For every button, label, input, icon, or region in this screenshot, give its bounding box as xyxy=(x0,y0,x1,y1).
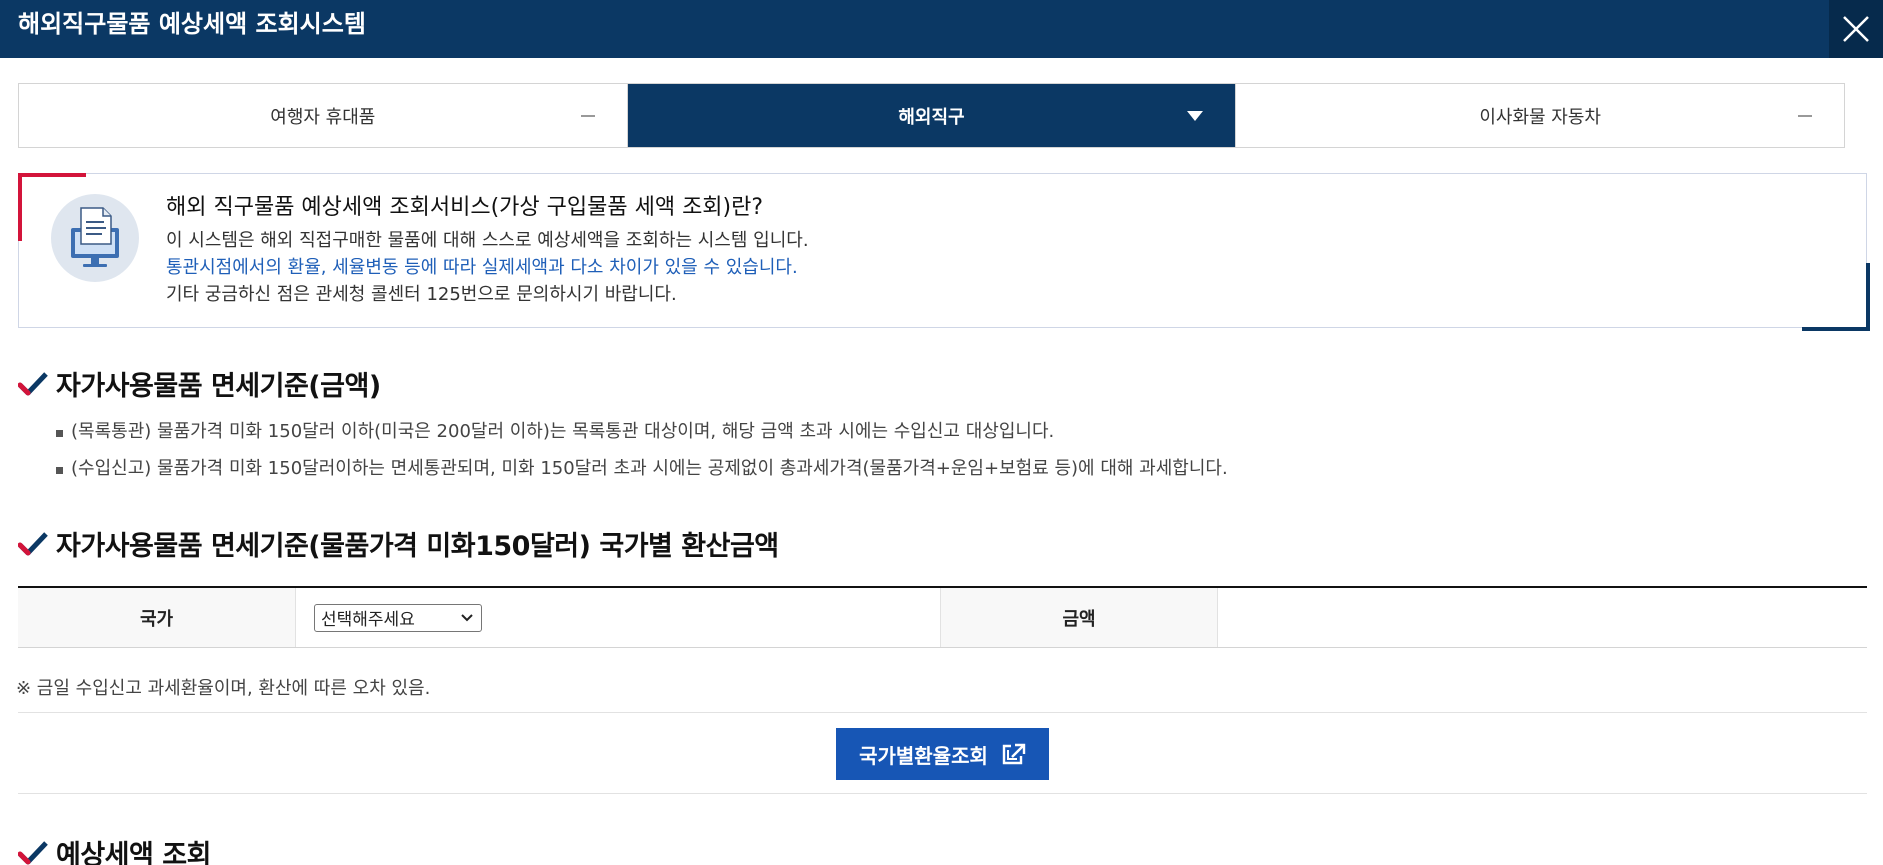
caret-down-icon xyxy=(1187,110,1204,121)
tab-moving-goods-vehicle[interactable]: 이사화물 자동차 xyxy=(1235,84,1845,147)
service-info-box: 해외 직구물품 예상세액 조회서비스(가상 구입물품 세액 조회)란? 이 시스… xyxy=(18,173,1870,331)
amount-value xyxy=(1218,588,1867,647)
exchange-note: ※ 금일 수입신고 과세환율이며, 환산에 따른 오차 있음. xyxy=(16,678,431,699)
section-exemption-header: 자가사용물품 면세기준(금액) xyxy=(18,364,381,403)
title-bar: 해외직구물품 예상세액 조회시스템 xyxy=(0,0,1883,58)
info-line-warning: 통관시점에서의 환율, 세율변동 등에 따라 실제세액과 다소 차이가 있을 수… xyxy=(166,257,798,278)
check-icon xyxy=(18,371,48,395)
section-title: 자가사용물품 면세기준(금액) xyxy=(56,371,381,402)
conversion-table: 국가 선택해주세요 금액 xyxy=(18,586,1867,648)
window-title: 해외직구물품 예상세액 조회시스템 xyxy=(18,10,366,38)
tab-label: 해외직구 xyxy=(898,106,965,128)
exemption-bullets: (목록통관) 물품가격 미화 150달러 이하(미국은 200달러 이하)는 목… xyxy=(56,418,1228,492)
divider xyxy=(18,712,1867,713)
section-title: 자가사용물품 면세기준(물품가격 미화150달러) 국가별 환산금액 xyxy=(56,531,779,562)
tab-traveler-luggage[interactable]: 여행자 휴대품 xyxy=(19,84,627,147)
amount-label: 금액 xyxy=(941,588,1218,647)
minus-icon xyxy=(580,114,595,117)
info-texts: 해외 직구물품 예상세액 조회서비스(가상 구입물품 세액 조회)란? 이 시스… xyxy=(166,193,809,308)
external-link-icon xyxy=(1002,743,1026,765)
section-conversion-header: 자가사용물품 면세기준(물품가격 미화150달러) 국가별 환산금액 xyxy=(18,524,779,563)
country-select[interactable]: 선택해주세요 xyxy=(314,603,482,632)
section-estimate-header: 예상세액 조회 xyxy=(18,833,211,865)
exchange-rate-lookup-button[interactable]: 국가별환율조회 xyxy=(836,728,1049,780)
divider xyxy=(18,793,1867,794)
section-title: 예상세액 조회 xyxy=(56,840,211,865)
list-item: (수입신고) 물품가격 미화 150달러이하는 면세통관되며, 미화 150달러… xyxy=(56,455,1228,492)
tab-overseas-direct-purchase[interactable]: 해외직구 xyxy=(626,84,1236,147)
check-icon xyxy=(18,840,48,864)
info-line: 이 시스템은 해외 직접구매한 물품에 대해 스스로 예상세액을 조회하는 시스… xyxy=(166,230,809,251)
minus-icon xyxy=(1798,114,1813,117)
category-tabs: 여행자 휴대품 해외직구 이사화물 자동차 xyxy=(18,83,1845,148)
tab-label: 여행자 휴대품 xyxy=(270,106,376,128)
country-cell: 선택해주세요 xyxy=(295,588,941,647)
corner-accent xyxy=(18,173,22,241)
tab-label: 이사화물 자동차 xyxy=(1479,106,1601,128)
corner-accent xyxy=(18,173,86,177)
info-line: 기타 궁금하신 점은 관세청 콜센터 125번으로 문의하시기 바랍니다. xyxy=(166,284,677,305)
country-select-value: 선택해주세요 xyxy=(321,610,415,630)
list-item: (목록통관) 물품가격 미화 150달러 이하(미국은 200달러 이하)는 목… xyxy=(56,418,1228,455)
country-label: 국가 xyxy=(18,588,295,647)
chevron-down-icon xyxy=(461,613,473,621)
info-title: 해외 직구물품 예상세액 조회서비스(가상 구입물품 세액 조회)란? xyxy=(166,195,764,220)
check-icon xyxy=(18,531,48,555)
close-button[interactable] xyxy=(1829,0,1883,58)
corner-accent xyxy=(1866,263,1870,331)
button-label: 국가별환율조회 xyxy=(859,743,988,768)
corner-accent xyxy=(1802,327,1870,331)
computer-document-icon xyxy=(51,194,139,282)
close-icon xyxy=(1843,16,1869,42)
